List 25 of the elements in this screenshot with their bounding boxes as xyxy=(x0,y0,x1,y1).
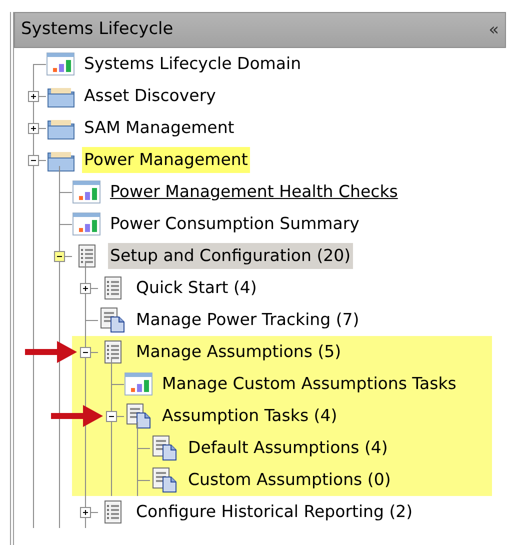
tree-item[interactable]: SAM Management xyxy=(82,115,236,141)
tree-item[interactable]: Power Management xyxy=(82,147,250,173)
expand-toggle[interactable] xyxy=(80,283,91,294)
expand-toggle[interactable] xyxy=(80,507,91,518)
tree-item[interactable]: Power Consumption Summary xyxy=(108,211,362,237)
tree-item[interactable]: Setup and Configuration (20) xyxy=(108,243,353,269)
tree-item[interactable]: Manage Power Tracking (7) xyxy=(134,307,362,333)
tree-item[interactable]: Asset Discovery xyxy=(82,83,218,109)
collapse-toggle[interactable] xyxy=(54,251,65,262)
collapse-toggle[interactable] xyxy=(106,411,117,422)
tree-item[interactable]: Power Management Health Checks xyxy=(108,179,400,205)
tree-item[interactable]: Default Assumptions (4) xyxy=(186,435,390,461)
tree-item[interactable]: Manage Custom Assumptions Tasks xyxy=(160,371,458,397)
tree-item[interactable]: Manage Assumptions (5) xyxy=(134,339,344,365)
panel-title: Systems Lifecycle xyxy=(21,18,174,42)
tree-item[interactable]: Assumption Tasks (4) xyxy=(160,403,340,429)
expand-toggle[interactable] xyxy=(28,123,39,134)
collapse-toggle[interactable] xyxy=(80,347,91,358)
collapse-toggle[interactable] xyxy=(28,155,39,166)
tree-item[interactable]: Configure Historical Reporting (2) xyxy=(134,499,415,525)
tree-item[interactable]: Systems Lifecycle Domain xyxy=(82,51,304,77)
collapse-button[interactable]: « xyxy=(488,22,499,38)
tree-item[interactable]: Custom Assumptions (0) xyxy=(186,467,393,493)
tree-item[interactable]: Quick Start (4) xyxy=(134,275,259,301)
expand-toggle[interactable] xyxy=(28,91,39,102)
